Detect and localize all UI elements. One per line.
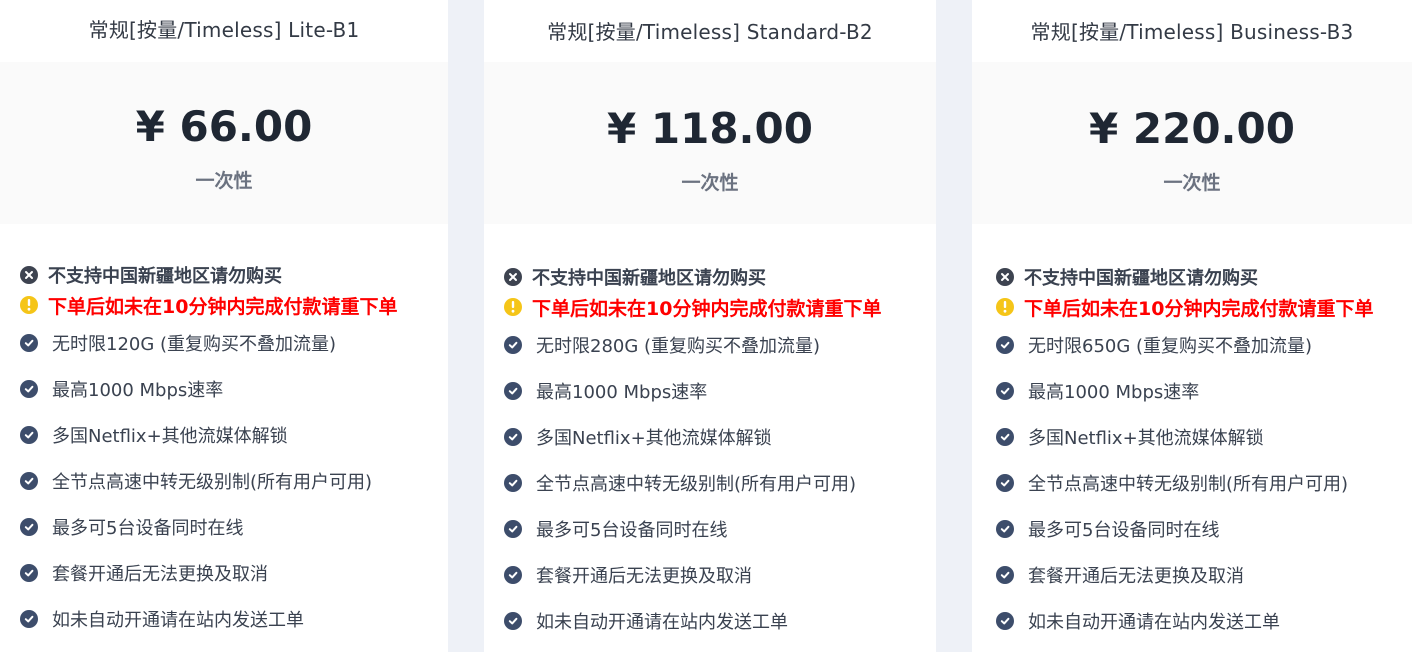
feature-item: 最高1000 Mbps速率 <box>504 378 707 404</box>
warning-text: 不支持中国新疆地区请勿购买 <box>1024 268 1258 289</box>
plan-card-standard-b2[interactable]: 常规[按量/Timeless] Standard-B2 ¥ 118.00 一次性… <box>484 0 936 652</box>
price-box: ¥ 118.00 一次性 <box>484 62 936 224</box>
check-circle-icon <box>20 472 38 490</box>
alert-text: 下单后如未在10分钟内完成付款请重下单 <box>1024 297 1374 320</box>
feature-text: 如未自动开通请在站内发送工单 <box>1028 612 1280 633</box>
feature-text: 最多可5台设备同时在线 <box>1028 520 1220 541</box>
feature-item: 无时限280G (重复购买不叠加流量) <box>504 332 820 358</box>
feature-item: 套餐开通后无法更换及取消 <box>996 562 1244 588</box>
exclamation-circle-icon <box>20 296 38 314</box>
warning-row: 不支持中国新疆地区请勿购买 <box>20 262 282 288</box>
check-circle-icon <box>996 520 1014 538</box>
feature-text: 最多可5台设备同时在线 <box>536 520 728 541</box>
feature-text: 最多可5台设备同时在线 <box>52 518 244 539</box>
feature-text: 多国Netflix+其他流媒体解锁 <box>52 426 288 447</box>
plan-price: ¥ 220.00 <box>1089 104 1295 153</box>
feature-item: 全节点高速中转无级别制(所有用户可用) <box>504 470 856 496</box>
feature-text: 如未自动开通请在站内发送工单 <box>52 610 304 631</box>
alert-text: 下单后如未在10分钟内完成付款请重下单 <box>48 295 398 318</box>
exclamation-circle-icon <box>504 298 522 316</box>
feature-text: 多国Netflix+其他流媒体解锁 <box>536 428 772 449</box>
feature-text: 全节点高速中转无级别制(所有用户可用) <box>52 472 373 493</box>
check-circle-icon <box>20 380 38 398</box>
check-circle-icon <box>996 382 1014 400</box>
feature-item: 如未自动开通请在站内发送工单 <box>996 608 1280 634</box>
check-circle-icon <box>996 566 1014 584</box>
alert-row: 下单后如未在10分钟内完成付款请重下单 <box>504 294 881 320</box>
feature-text: 套餐开通后无法更换及取消 <box>52 564 268 585</box>
plan-card-lite-b1[interactable]: 常规[按量/Timeless] Lite-B1 ¥ 66.00 一次性 不支持中… <box>0 0 448 652</box>
plan-price: ¥ 118.00 <box>607 104 813 153</box>
feature-text: 套餐开通后无法更换及取消 <box>536 566 752 587</box>
check-circle-icon <box>504 520 522 538</box>
circle-x-icon <box>20 266 38 284</box>
check-circle-icon <box>504 382 522 400</box>
check-circle-icon <box>20 610 38 628</box>
check-circle-icon <box>996 474 1014 492</box>
feature-item: 最多可5台设备同时在线 <box>504 516 727 542</box>
warning-text: 不支持中国新疆地区请勿购买 <box>532 268 766 289</box>
feature-item: 套餐开通后无法更换及取消 <box>504 562 752 588</box>
circle-x-icon <box>504 268 522 286</box>
check-circle-icon <box>20 426 38 444</box>
feature-text: 无时限650G (重复购买不叠加流量) <box>1028 336 1313 357</box>
alert-row: 下单后如未在10分钟内完成付款请重下单 <box>996 294 1373 320</box>
plan-card-business-b3[interactable]: 常规[按量/Timeless] Business-B3 ¥ 220.00 一次性… <box>972 0 1412 652</box>
alert-row: 下单后如未在10分钟内完成付款请重下单 <box>20 292 397 318</box>
check-circle-icon <box>20 518 38 536</box>
plan-period: 一次性 <box>1163 172 1221 194</box>
warning-row: 不支持中国新疆地区请勿购买 <box>996 264 1258 290</box>
feature-text: 全节点高速中转无级别制(所有用户可用) <box>1028 474 1349 495</box>
feature-text: 如未自动开通请在站内发送工单 <box>536 612 788 633</box>
check-circle-icon <box>504 566 522 584</box>
feature-text: 全节点高速中转无级别制(所有用户可用) <box>536 474 857 495</box>
plan-period: 一次性 <box>195 170 253 192</box>
feature-text: 最高1000 Mbps速率 <box>52 380 224 401</box>
check-circle-icon <box>504 612 522 630</box>
feature-text: 套餐开通后无法更换及取消 <box>1028 566 1244 587</box>
feature-item: 如未自动开通请在站内发送工单 <box>20 606 304 632</box>
feature-item: 无时限650G (重复购买不叠加流量) <box>996 332 1312 358</box>
warning-row: 不支持中国新疆地区请勿购买 <box>504 264 766 290</box>
feature-item: 最高1000 Mbps速率 <box>996 378 1199 404</box>
feature-item: 如未自动开通请在站内发送工单 <box>504 608 788 634</box>
feature-item: 套餐开通后无法更换及取消 <box>20 560 268 586</box>
plan-price: ¥ 66.00 <box>135 102 313 151</box>
feature-text: 无时限120G (重复购买不叠加流量) <box>52 334 337 355</box>
check-circle-icon <box>504 428 522 446</box>
check-circle-icon <box>504 474 522 492</box>
price-box: ¥ 66.00 一次性 <box>0 62 448 224</box>
check-circle-icon <box>504 336 522 354</box>
feature-text: 最高1000 Mbps速率 <box>1028 382 1200 403</box>
feature-item: 最多可5台设备同时在线 <box>996 516 1219 542</box>
feature-item: 无时限120G (重复购买不叠加流量) <box>20 330 336 356</box>
check-circle-icon <box>996 428 1014 446</box>
feature-item: 最多可5台设备同时在线 <box>20 514 243 540</box>
check-circle-icon <box>996 612 1014 630</box>
circle-x-icon <box>996 268 1014 286</box>
feature-text: 无时限280G (重复购买不叠加流量) <box>536 336 821 357</box>
check-circle-icon <box>20 334 38 352</box>
feature-text: 最高1000 Mbps速率 <box>536 382 708 403</box>
feature-text: 多国Netflix+其他流媒体解锁 <box>1028 428 1264 449</box>
alert-text: 下单后如未在10分钟内完成付款请重下单 <box>532 297 882 320</box>
warning-text: 不支持中国新疆地区请勿购买 <box>48 266 282 287</box>
plan-title: 常规[按量/Timeless] Business-B3 <box>1030 20 1354 44</box>
feature-item: 最高1000 Mbps速率 <box>20 376 223 402</box>
check-circle-icon <box>20 564 38 582</box>
exclamation-circle-icon <box>996 298 1014 316</box>
feature-item: 多国Netflix+其他流媒体解锁 <box>996 424 1264 450</box>
feature-item: 多国Netflix+其他流媒体解锁 <box>20 422 288 448</box>
price-box: ¥ 220.00 一次性 <box>972 62 1412 224</box>
plan-period: 一次性 <box>681 172 739 194</box>
feature-item: 多国Netflix+其他流媒体解锁 <box>504 424 772 450</box>
plan-title: 常规[按量/Timeless] Lite-B1 <box>88 18 360 42</box>
feature-item: 全节点高速中转无级别制(所有用户可用) <box>996 470 1348 496</box>
feature-item: 全节点高速中转无级别制(所有用户可用) <box>20 468 372 494</box>
check-circle-icon <box>996 336 1014 354</box>
plan-title: 常规[按量/Timeless] Standard-B2 <box>547 20 873 44</box>
